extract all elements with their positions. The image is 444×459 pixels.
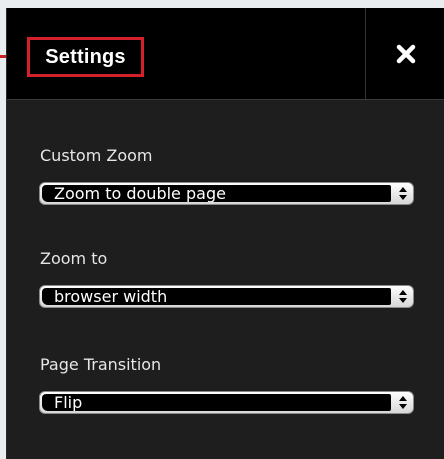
close-icon bbox=[396, 44, 416, 64]
select-arrows-icon bbox=[399, 396, 407, 409]
zoom-to-value: browser width bbox=[42, 288, 391, 305]
zoom-to-label: Zoom to bbox=[40, 249, 108, 268]
page-title: Settings bbox=[45, 45, 126, 68]
page-transition-label: Page Transition bbox=[40, 355, 162, 374]
zoom-to-select[interactable]: browser width bbox=[39, 285, 414, 308]
settings-panel: Settings Custom Zoom Zoom to double page… bbox=[6, 8, 444, 459]
title-highlight: Settings bbox=[27, 37, 144, 77]
custom-zoom-label: Custom Zoom bbox=[40, 146, 153, 165]
panel-header: Settings bbox=[7, 8, 444, 100]
page-transition-select[interactable]: Flip bbox=[39, 391, 414, 414]
select-arrows-icon bbox=[399, 187, 407, 200]
custom-zoom-select[interactable]: Zoom to double page bbox=[39, 182, 414, 205]
header-divider bbox=[365, 8, 366, 99]
custom-zoom-value: Zoom to double page bbox=[42, 185, 391, 202]
close-button[interactable] bbox=[393, 41, 419, 67]
select-arrows-icon bbox=[399, 290, 407, 303]
page-transition-value: Flip bbox=[42, 394, 391, 411]
